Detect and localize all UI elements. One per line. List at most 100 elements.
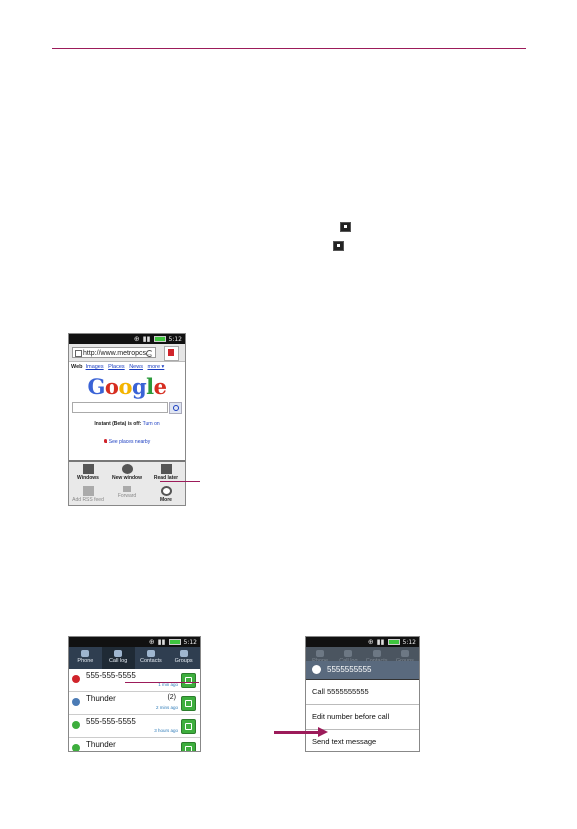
menu-forward[interactable]: Forward (108, 484, 146, 499)
call-button-icon[interactable] (181, 742, 196, 751)
battery-icon (153, 336, 166, 342)
call-log-row[interactable]: 555-555-5555 3 hours ago (69, 715, 200, 738)
caller-name: 555-555-5555 (86, 717, 136, 726)
contact-icon (312, 665, 321, 674)
search-button[interactable] (169, 402, 182, 414)
url-bar-row: http://www.metropcs... (69, 344, 185, 362)
call-log-row[interactable]: Thunder 4 hours ago (69, 738, 200, 752)
menu-more[interactable]: More (147, 484, 185, 503)
nav-web[interactable]: Web (71, 364, 83, 370)
pointer-arrow-head (318, 727, 328, 737)
location-pin-icon (103, 439, 107, 443)
signal-icon: ▮▮ (376, 638, 385, 646)
tab-call-log[interactable]: Call log (101, 647, 135, 669)
url-field[interactable]: http://www.metropcs... (72, 347, 156, 358)
forward-icon (123, 486, 131, 492)
caller-name: Thunder (86, 694, 116, 703)
contacts-icon (146, 650, 155, 657)
save-icon (333, 241, 344, 251)
caller-name: Thunder (86, 740, 116, 749)
battery-icon (387, 639, 400, 645)
instant-turn-on-link[interactable]: Turn on (143, 421, 160, 427)
signal-icon: ▮▮ (142, 335, 151, 343)
gps-icon: ⊕ (133, 335, 140, 343)
call-type-icon (72, 675, 80, 683)
phone-icon (316, 650, 325, 657)
logo-letter: e (153, 374, 167, 399)
pointer-arrow (274, 731, 322, 734)
menu-add-rss[interactable]: Add RSS feed (69, 484, 107, 503)
logo-letter: o (118, 374, 132, 399)
callout-line (125, 682, 199, 683)
nav-images[interactable]: Images (86, 364, 104, 370)
bookmark-icon (168, 349, 174, 356)
places-nearby[interactable]: See places nearby (69, 439, 185, 445)
call-time: 4 hours ago (154, 751, 178, 752)
save-icon (340, 222, 351, 232)
status-time: 5:12 (183, 638, 197, 646)
call-type-icon (72, 698, 80, 706)
phone-icon (81, 650, 90, 657)
new-window-icon (121, 464, 133, 474)
signal-icon: ▮▮ (157, 638, 166, 646)
nav-news[interactable]: News (129, 364, 143, 370)
gps-icon: ⊕ (148, 638, 155, 646)
google-logo: Google (69, 374, 185, 399)
call-button-icon[interactable] (181, 719, 196, 734)
instant-status: Instant (Beta) is off: Turn on (69, 421, 185, 427)
menu-item-call[interactable]: Call 5555555555 (306, 680, 419, 705)
google-nav: Web Images Places News more ▾ (69, 362, 185, 372)
status-time: 5:12 (402, 638, 416, 646)
logo-letter: G (87, 374, 105, 399)
call-type-icon (72, 721, 80, 729)
places-link[interactable]: See places nearby (109, 439, 150, 445)
gps-icon: ⊕ (367, 638, 374, 646)
caller-name: 555-555-5555 (86, 671, 136, 680)
logo-letter: o (104, 374, 119, 399)
nav-places[interactable]: Places (108, 364, 125, 370)
call-log-icon (344, 650, 353, 657)
groups-icon (400, 650, 409, 657)
logo-letter: g (131, 374, 147, 399)
tab-contacts[interactable]: Contacts (135, 647, 168, 669)
tab-groups[interactable]: Groups (167, 647, 200, 669)
menu-windows[interactable]: Windows (69, 462, 107, 481)
call-log-row[interactable]: 555-555-5555 1 min ago (69, 669, 200, 692)
bookmarks-button[interactable] (164, 346, 179, 361)
callout-line (160, 481, 200, 482)
more-icon (160, 486, 172, 496)
call-button-icon[interactable] (181, 673, 196, 688)
page-icon (75, 350, 82, 357)
call-log-screenshot: ⊕ ▮▮ 5:12 Phone Call log Contacts Groups… (68, 636, 201, 752)
rss-icon (82, 486, 94, 496)
call-button-icon[interactable] (181, 696, 196, 711)
call-time: 3 hours ago (154, 728, 178, 733)
menu-new-window[interactable]: New window (108, 462, 146, 481)
search-input[interactable] (72, 402, 168, 413)
options-menu: Windows New window Read later Add RSS fe… (69, 460, 185, 505)
status-bar: ⊕ ▮▮ 5:12 (69, 334, 185, 344)
logo-letter: l (146, 374, 154, 399)
instant-text: Instant (Beta) is off: (94, 421, 142, 427)
call-type-icon (72, 744, 80, 751)
status-bar: ⊕ ▮▮ 5:12 (306, 637, 419, 647)
search-box (72, 402, 182, 414)
call-count: (2) (167, 694, 176, 701)
battery-icon (168, 639, 181, 645)
status-bar: ⊕ ▮▮ 5:12 (69, 637, 200, 647)
url-text: http://www.metropcs... (83, 350, 152, 357)
context-menu-header: 5555555555 (306, 661, 419, 680)
nav-more[interactable]: more ▾ (148, 364, 165, 370)
read-later-icon (160, 464, 172, 474)
status-time: 5:12 (168, 335, 182, 343)
windows-icon (82, 464, 94, 474)
call-time: 2 mins ago (155, 705, 178, 710)
call-log-row[interactable]: Thunder (2) 2 mins ago (69, 692, 200, 715)
context-menu: 5555555555 Call 5555555555 Edit number b… (306, 661, 419, 751)
dialer-tabs: Phone Call log Contacts Groups (69, 647, 200, 669)
reload-icon[interactable] (146, 350, 153, 357)
call-log-icon (114, 650, 123, 657)
tab-phone[interactable]: Phone (69, 647, 102, 669)
header-rule (52, 48, 526, 49)
menu-read-later[interactable]: Read later (147, 462, 185, 481)
